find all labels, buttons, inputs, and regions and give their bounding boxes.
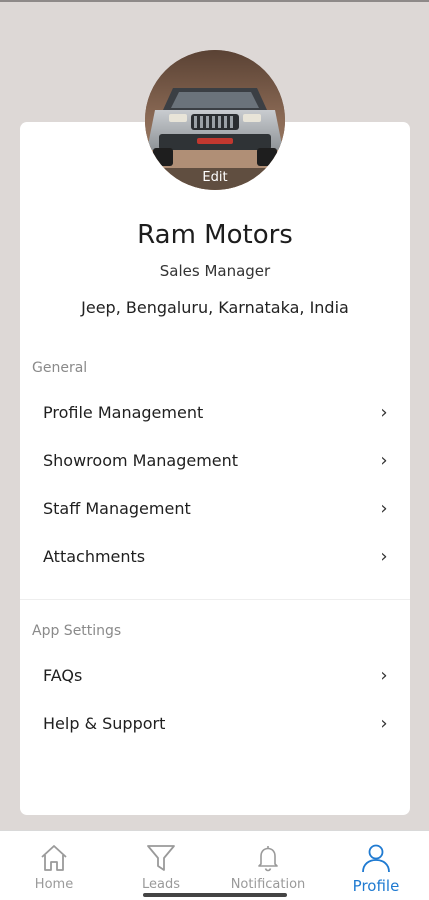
menu-item-label: Attachments bbox=[43, 546, 146, 566]
menu-item-showroom-management[interactable]: Showroom Management › bbox=[20, 440, 410, 480]
menu-item-label: FAQs bbox=[43, 665, 83, 685]
menu-item-label: Help & Support bbox=[43, 713, 166, 733]
menu-item-help-support[interactable]: Help & Support › bbox=[20, 703, 410, 743]
profile-avatar[interactable]: Edit bbox=[145, 50, 285, 190]
menu-item-staff-management[interactable]: Staff Management › bbox=[20, 488, 410, 528]
filter-icon bbox=[147, 845, 175, 871]
top-status-line bbox=[0, 0, 429, 2]
chevron-right-icon: › bbox=[380, 545, 388, 567]
nav-home-label: Home bbox=[34, 877, 74, 892]
chevron-right-icon: › bbox=[380, 449, 388, 471]
chevron-right-icon: › bbox=[380, 401, 388, 423]
nav-notification[interactable]: Notification bbox=[223, 843, 313, 892]
nav-leads[interactable]: Leads bbox=[116, 843, 206, 892]
chevron-right-icon: › bbox=[380, 664, 388, 686]
menu-item-faqs[interactable]: FAQs › bbox=[20, 655, 410, 695]
profile-name: Ram Motors bbox=[137, 220, 293, 250]
profile-role: Sales Manager bbox=[159, 262, 271, 280]
section-general-label: General bbox=[32, 360, 88, 376]
section-divider bbox=[20, 599, 410, 600]
person-icon bbox=[362, 844, 390, 873]
nav-notification-label: Notification bbox=[230, 877, 306, 892]
menu-item-label: Profile Management bbox=[43, 402, 204, 422]
menu-item-attachments[interactable]: Attachments › bbox=[20, 536, 410, 576]
menu-item-label: Showroom Management bbox=[43, 450, 239, 470]
nav-profile-label: Profile bbox=[352, 877, 400, 895]
chevron-right-icon: › bbox=[380, 497, 388, 519]
home-icon bbox=[41, 845, 67, 871]
nav-leads-label: Leads bbox=[141, 877, 180, 892]
menu-item-label: Staff Management bbox=[43, 498, 191, 518]
menu-item-profile-management[interactable]: Profile Management › bbox=[20, 392, 410, 432]
section-app-settings-label: App Settings bbox=[32, 623, 122, 639]
bottom-navigation-bar: Home Leads Notification Profile bbox=[0, 830, 429, 900]
home-indicator[interactable] bbox=[143, 893, 287, 897]
nav-home[interactable]: Home bbox=[9, 843, 99, 892]
nav-profile[interactable]: Profile bbox=[331, 843, 421, 895]
edit-avatar-button[interactable]: Edit bbox=[145, 168, 285, 190]
chevron-right-icon: › bbox=[380, 712, 388, 734]
bell-icon bbox=[258, 846, 278, 872]
profile-location: Jeep, Bengaluru, Karnataka, India bbox=[81, 298, 349, 317]
